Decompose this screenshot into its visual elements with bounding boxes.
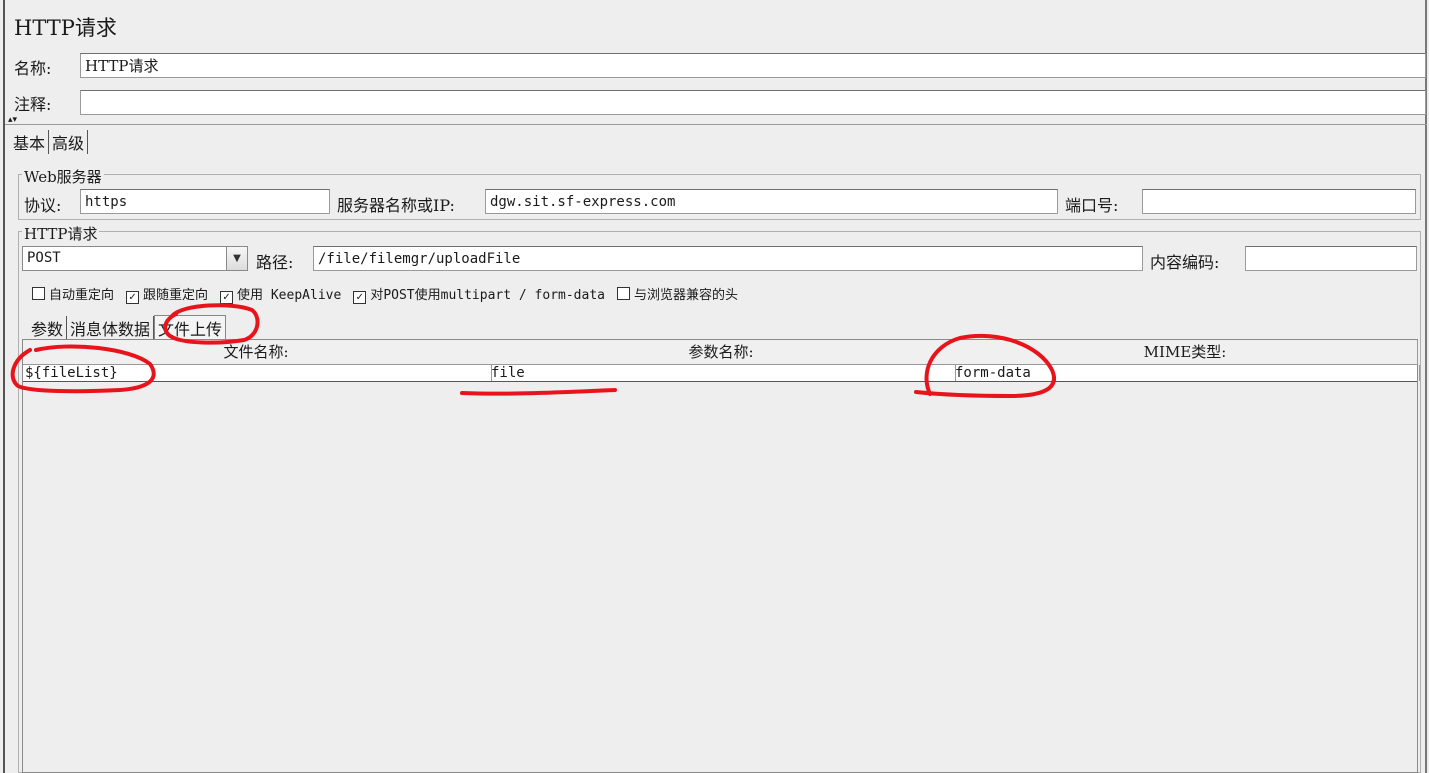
window-left-edge	[3, 0, 5, 773]
server-label: 服务器名称或IP:	[337, 196, 455, 215]
window-right-edge	[1425, 0, 1427, 773]
checkbox-checked-icon[interactable]: ✓	[126, 291, 140, 304]
method-select[interactable]: POST ▼	[22, 246, 248, 271]
path-input[interactable]: /file/filemgr/uploadFile	[313, 246, 1143, 271]
encoding-label: 内容编码:	[1150, 253, 1220, 272]
port-input[interactable]	[1142, 189, 1416, 214]
comment-label: 注释:	[14, 95, 52, 114]
option-label: 跟随重定向	[143, 288, 209, 303]
column-header-mime[interactable]: MIME类型:	[953, 340, 1418, 365]
files-table: 文件名称: 参数名称: MIME类型: ${fileList} file for…	[22, 339, 1420, 773]
body-tabs: 参数 消息体数据 文件上传	[28, 315, 227, 340]
chevron-down-icon[interactable]: ▼	[226, 247, 247, 270]
tab-body-data[interactable]: 消息体数据	[67, 316, 155, 340]
checkbox-checked-icon[interactable]: ✓	[353, 291, 367, 304]
tab-advanced[interactable]: 高级	[49, 130, 89, 154]
protocol-input[interactable]: https	[80, 189, 330, 214]
option-browser-headers[interactable]: 与浏览器兼容的头	[616, 287, 738, 303]
column-header-filename[interactable]: 文件名称:	[23, 340, 490, 365]
checkbox-icon[interactable]	[32, 287, 45, 300]
tab-parameters[interactable]: 参数	[28, 316, 68, 340]
tab-basic[interactable]: 基本	[10, 130, 50, 154]
option-label: 自动重定向	[49, 288, 115, 303]
method-value: POST	[27, 250, 61, 266]
cell-filename[interactable]: ${fileList}	[23, 365, 492, 381]
option-auto-redirect[interactable]: 自动重定向	[32, 287, 115, 303]
protocol-label: 协议:	[24, 196, 62, 215]
options-row: 自动重定向 ✓ 跟随重定向 ✓ 使用 KeepAlive ✓ 对POST使用multipar…	[32, 284, 750, 304]
divider	[5, 124, 1427, 125]
column-header-param[interactable]: 参数名称:	[489, 340, 954, 365]
option-label: 与浏览器兼容的头	[633, 288, 738, 303]
option-multipart[interactable]: ✓ 对POST使用multipart / form-data	[353, 288, 605, 304]
encoding-input[interactable]	[1245, 246, 1417, 271]
checkbox-checked-icon[interactable]: ✓	[220, 291, 234, 304]
panel-title: HTTP请求	[14, 16, 117, 40]
name-input[interactable]: HTTP请求	[80, 53, 1426, 78]
path-label: 路径:	[256, 253, 294, 272]
config-tabs: 基本 高级	[10, 130, 89, 154]
option-follow-redirect[interactable]: ✓ 跟随重定向	[126, 288, 209, 304]
option-label: 使用 KeepAlive	[237, 288, 342, 303]
cell-mime[interactable]: form-data	[953, 365, 1420, 381]
port-label: 端口号:	[1065, 196, 1119, 215]
web-server-legend: Web服务器	[22, 166, 104, 187]
option-label: 对POST使用multipart / form-data	[370, 288, 605, 303]
checkbox-icon[interactable]	[616, 287, 630, 300]
option-keepalive[interactable]: ✓ 使用 KeepAlive	[220, 288, 342, 304]
tab-file-upload[interactable]: 文件上传	[154, 315, 227, 340]
http-request-legend: HTTP请求	[22, 223, 100, 244]
server-input[interactable]: dgw.sit.sf-express.com	[485, 189, 1058, 214]
comment-input[interactable]	[80, 90, 1426, 115]
name-label: 名称:	[14, 59, 52, 78]
row-divider	[23, 381, 1417, 382]
cell-param[interactable]: file	[489, 365, 956, 381]
